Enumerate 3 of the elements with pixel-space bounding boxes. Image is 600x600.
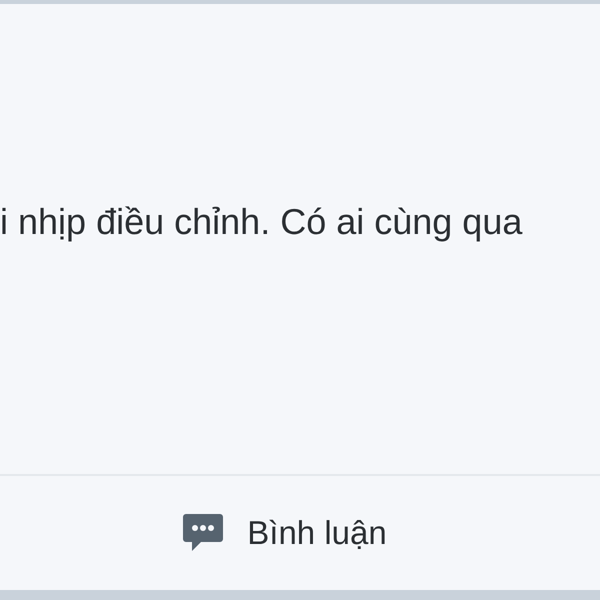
speech-bubble-icon: [183, 514, 224, 552]
comment-button[interactable]: Bình luận: [183, 514, 387, 552]
post-text: i nhịp điều chỉnh. Có ai cùng qua: [0, 200, 522, 244]
